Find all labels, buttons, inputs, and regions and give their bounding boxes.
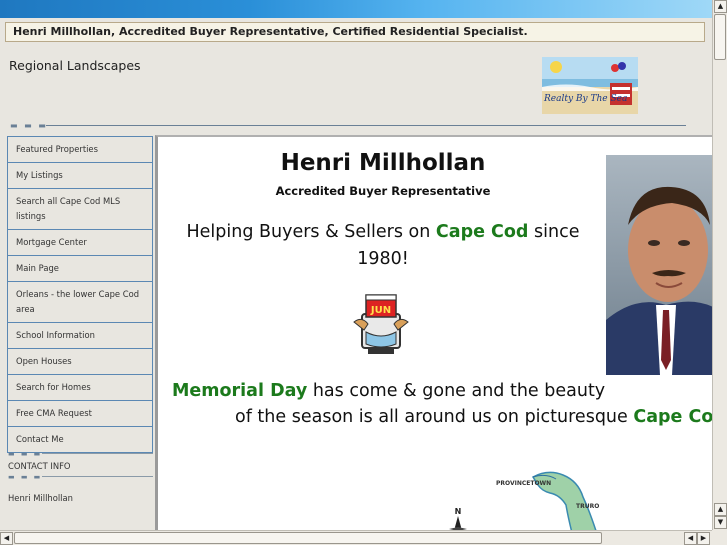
nav-item-orleans[interactable]: Orleans - the lower Cape Cod area <box>7 281 153 322</box>
tagline: Helping Buyers & Sellers on Cape Cod sin… <box>183 219 583 273</box>
compass-letter: N <box>455 507 462 516</box>
nav-item-school-information[interactable]: School Information <box>7 322 153 348</box>
agent-subtitle: Accredited Buyer Representative <box>275 184 491 198</box>
contact-divider-bottom: ▬ ▬ ▬ <box>8 474 153 481</box>
memorial-line-2: of the season is all around us on pictur… <box>235 407 712 427</box>
nav-item-open-houses[interactable]: Open Houses <box>7 348 153 374</box>
logo-text: Realty By The Sea <box>543 94 627 104</box>
memorial-line-1: Memorial Day has come & gone and the bea… <box>172 381 605 401</box>
scroll-left-end-icon[interactable]: ◀ <box>684 532 697 545</box>
nav-item-my-listings[interactable]: My Listings <box>7 162 153 188</box>
scrollbar-corner <box>712 530 727 545</box>
scroll-up-bottom-icon[interactable]: ▲ <box>714 503 727 516</box>
sidebar-nav: Featured Properties My Listings Search a… <box>7 136 153 453</box>
company-logo[interactable]: Realty By The Sea <box>542 57 638 114</box>
scroll-down-icon[interactable]: ▼ <box>714 516 727 529</box>
contact-info-heading: CONTACT INFO <box>8 461 71 471</box>
scroll-up-icon[interactable]: ▲ <box>714 0 727 13</box>
calendar-month: JUN <box>370 305 391 316</box>
nav-item-search-mls[interactable]: Search all Cape Cod MLS listings <box>7 188 153 229</box>
nav-item-featured-properties[interactable]: Featured Properties <box>7 136 153 162</box>
web-page: Henri Millhollan, Accredited Buyer Repre… <box>0 0 712 530</box>
top-banner-strip <box>0 0 712 18</box>
season-prefix: of the season is all around us on pictur… <box>235 407 634 427</box>
vertical-scrollbar[interactable]: ▲ ▲ ▼ <box>712 0 727 530</box>
vertical-scroll-thumb[interactable] <box>714 14 726 60</box>
calendar-icon: JUN <box>348 292 418 358</box>
main-content: Henri Millhollan Accredited Buyer Repres… <box>155 135 712 530</box>
memorial-rest: has come & gone and the beauty <box>307 381 606 401</box>
agent-name-heading: Henri Millhollan <box>280 150 486 176</box>
contact-divider-top: ▬ ▬ ▬ <box>8 451 153 458</box>
tagline-prefix: Helping Buyers & Sellers on <box>186 222 436 242</box>
scroll-right-icon[interactable]: ▶ <box>697 532 710 545</box>
map-label-truro: TRURO <box>576 503 599 510</box>
agent-photo <box>606 155 712 375</box>
nav-item-main-page[interactable]: Main Page <box>7 255 153 281</box>
site-name: Regional Landscapes <box>9 58 141 73</box>
nav-item-free-cma[interactable]: Free CMA Request <box>7 400 153 426</box>
header-divider: ▬ ▬ ▬ <box>10 122 686 130</box>
horizontal-scrollbar[interactable]: ◀ ◀ ▶ <box>0 530 712 545</box>
map-label-provincetown: PROVINCETOWN <box>496 480 551 487</box>
compass-icon: N <box>443 505 473 530</box>
scroll-left-icon[interactable]: ◀ <box>0 532 13 545</box>
contact-name: Henri Millhollan <box>8 493 73 503</box>
nav-item-mortgage-center[interactable]: Mortgage Center <box>7 229 153 255</box>
nav-item-contact-me[interactable]: Contact Me <box>7 426 153 453</box>
horizontal-scroll-thumb[interactable] <box>14 532 602 544</box>
page-title-bar: Henri Millhollan, Accredited Buyer Repre… <box>5 22 705 42</box>
memorial-highlight: Memorial Day <box>172 381 308 401</box>
tagline-highlight: Cape Cod <box>435 222 529 242</box>
nav-item-search-homes[interactable]: Search for Homes <box>7 374 153 400</box>
season-highlight: Cape Cod <box>633 407 712 427</box>
